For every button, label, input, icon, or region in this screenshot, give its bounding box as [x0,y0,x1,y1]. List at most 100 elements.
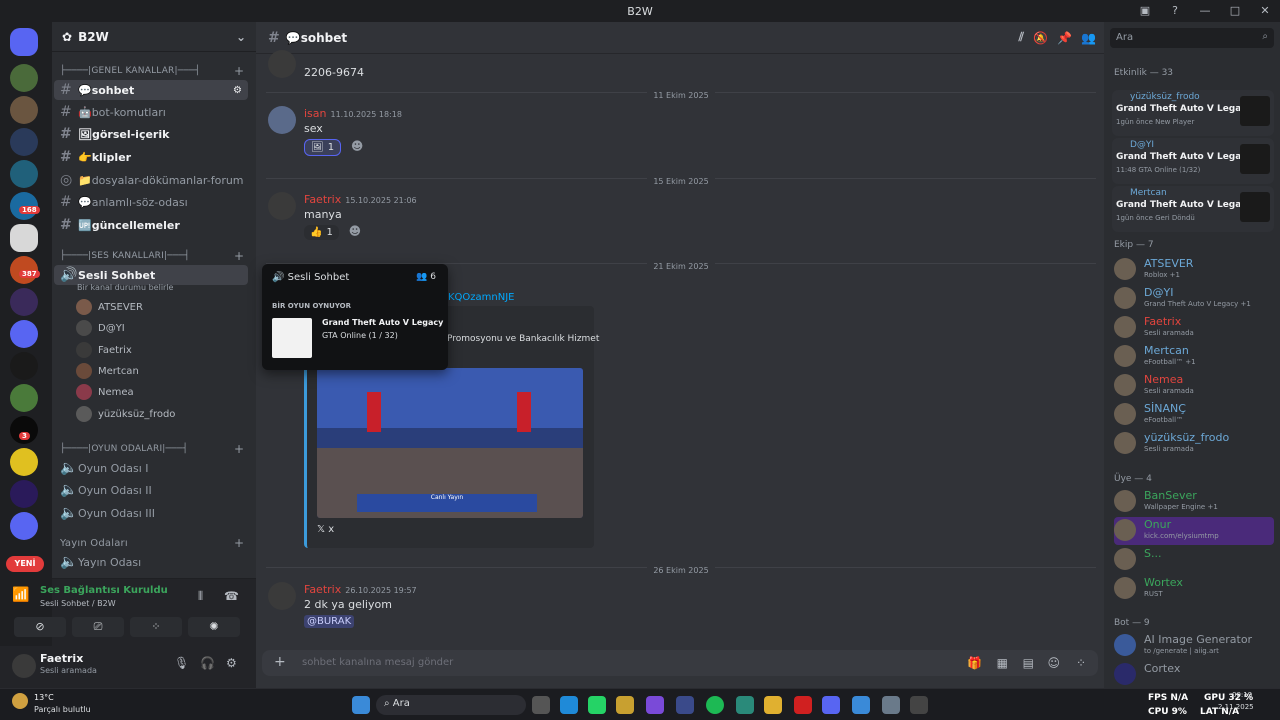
sticker-icon[interactable]: ▤ [1023,656,1034,670]
channel-status[interactable]: Bir kanal durumu belirle [77,283,173,292]
voice-member[interactable]: yüzüksüz_frodo [76,405,175,423]
voice-channel-oyun-3[interactable]: 🔈 Oyun Odası III [54,503,248,523]
channel-klipler[interactable]: # 👉 klipler [54,147,248,167]
server-header[interactable]: ✿ B2W ⌄ [52,22,256,52]
folder-icon[interactable] [10,512,38,540]
embed-image[interactable]: Canlı Yayın [317,368,583,518]
gift-icon[interactable]: 🎁 [967,656,982,670]
avatar[interactable] [268,582,296,610]
voice-member[interactable]: Mertcan [76,362,139,380]
soundboard-button[interactable]: ✺ [188,617,240,637]
settings-icon[interactable]: ⚙ [226,656,237,670]
chevron-down-icon[interactable]: ⌄ [236,30,246,44]
spotify-icon[interactable] [706,696,724,714]
voice-member[interactable]: Faetrix [76,341,132,359]
activity-card[interactable]: yüzüksüz_frodo Grand Theft Auto V Legacy… [1112,90,1274,136]
mute-icon[interactable]: 🔕 [1033,31,1048,45]
whatsapp-icon[interactable] [588,696,606,714]
activities-button[interactable]: ⁘ [130,617,182,637]
close-button[interactable]: ✕ [1250,0,1280,22]
member-item[interactable]: AI Image Generator to /generate | aiig.ar… [1114,632,1274,660]
task-view-icon[interactable] [532,696,550,714]
screen-share-button[interactable]: ⎚ [72,617,124,637]
disconnect-icon[interactable]: ☎ [224,589,239,603]
server-icon[interactable] [10,64,38,92]
embed-title[interactable]: Promosyonu ve Bankacılık Hizmet [447,334,599,344]
microphone-icon[interactable]: 🎙 [174,656,189,670]
voice-channel-oyun-1[interactable]: 🔈 Oyun Odası I [54,458,248,478]
author-name[interactable]: isan [304,107,327,120]
voice-channel-oyun-2[interactable]: 🔈 Oyun Odası II [54,480,248,500]
member-item[interactable]: Cortex [1114,661,1274,689]
apps-icon[interactable]: ⁘ [1076,656,1086,670]
avatar[interactable] [268,192,296,220]
windows-start-icon[interactable] [352,696,370,714]
pin-icon[interactable]: 📌 [1057,31,1072,45]
discord-home-icon[interactable] [10,28,38,56]
app-icon[interactable] [736,696,754,714]
search-input[interactable]: Ara ⌕ [1110,28,1274,48]
add-channel-icon[interactable]: + [234,249,244,263]
avatar[interactable] [12,654,36,678]
headphones-icon[interactable]: 🎧 [200,656,215,670]
add-channel-icon[interactable]: + [234,442,244,456]
category-voice[interactable]: ├────|SES KANALLARI|───┤ [60,251,190,261]
member-item[interactable]: Mertcan eFootball™ +1 [1114,343,1274,371]
file-explorer-icon[interactable] [764,696,782,714]
avatar[interactable] [268,106,296,134]
threads-icon[interactable]: ⫽ [1019,30,1024,45]
add-reaction-icon[interactable]: ☻ [351,139,364,153]
gif-icon[interactable]: ▦ [997,656,1008,670]
member-item[interactable]: Onur kick.com/elysiumtmp [1114,517,1274,545]
voice-channel-sesli-sohbet[interactable]: 🔊 Sesli Sohbet [54,265,248,285]
vpn-icon[interactable] [676,696,694,714]
add-channel-icon[interactable]: + [234,536,244,550]
noise-suppression-icon[interactable]: ⫴ [198,589,203,604]
channel-guncellemeler[interactable]: # 🆙 güncellemeler [54,215,248,235]
activity-card[interactable]: Mertcan Grand Theft Auto V Legacy 1gün ö… [1112,186,1274,232]
channel-sohbet[interactable]: # 💬 sohbet ⚙ [54,80,248,100]
app-icon[interactable] [852,696,870,714]
author-name[interactable]: Faetrix [304,583,341,596]
server-icon[interactable] [10,384,38,412]
folder-icon[interactable] [10,320,38,348]
add-reaction-icon[interactable]: ☻ [349,224,362,238]
add-channel-icon[interactable]: + [234,64,244,78]
member-item[interactable]: ATSEVER Roblox +1 [1114,256,1274,284]
store-icon[interactable] [616,696,634,714]
reaction[interactable]: 🖼 1 [304,139,342,156]
clock-time[interactable]: 00:19 [1232,691,1252,699]
message-input[interactable]: + sohbet kanalına mesaj gönder 🎁 ▦ ▤ ☺ ⁘ [262,650,1098,676]
add-attachment-icon[interactable]: + [274,654,286,670]
members-icon[interactable]: 👥 [1081,31,1096,45]
settings-icon[interactable]: ⚙ [233,85,242,96]
server-icon[interactable] [10,352,38,380]
app-icon[interactable] [794,696,812,714]
camera-off-button[interactable]: ⊘ [14,617,66,637]
clock-date[interactable]: 2.11.2025 [1218,703,1254,711]
category-rooms[interactable]: Yayın Odaları [60,538,128,549]
app-icon[interactable] [646,696,664,714]
server-icon[interactable] [10,288,38,316]
author-name[interactable]: Faetrix [304,193,341,206]
server-icon[interactable] [10,160,38,188]
emoji-icon[interactable]: ☺ [1047,656,1060,670]
server-icon[interactable] [10,480,38,508]
server-icon[interactable] [10,96,38,124]
voice-member[interactable]: D@YI [76,319,125,337]
app-icon[interactable] [910,696,928,714]
reaction[interactable]: 👍 1 [304,225,339,240]
activity-card[interactable]: D@YI Grand Theft Auto V Legacy 11:48 GTA… [1112,138,1274,184]
maximize-button[interactable]: □ [1220,0,1250,22]
member-item[interactable]: BanSever Wallpaper Engine +1 [1114,488,1274,516]
member-item[interactable]: Wortex RUST [1114,575,1274,603]
category-games[interactable]: ├────|OYUN ODALARI|───┤ [60,444,188,454]
taskbar-search[interactable]: ⌕ Ara [376,695,526,715]
channel-dosyalar[interactable]: ◎ 📁 dosyalar-dökümanlar-forum [54,170,248,190]
voice-channel-yayin[interactable]: 🔈 Yayın Odası [54,552,248,572]
member-item[interactable]: SİNANÇ eFootball™ [1114,401,1274,429]
channel-gorsel-icerik[interactable]: # 🖼 görsel-içerik [54,124,248,144]
server-icon[interactable] [10,224,38,252]
avatar[interactable] [268,50,296,78]
voice-member[interactable]: ATSEVER [76,298,143,316]
